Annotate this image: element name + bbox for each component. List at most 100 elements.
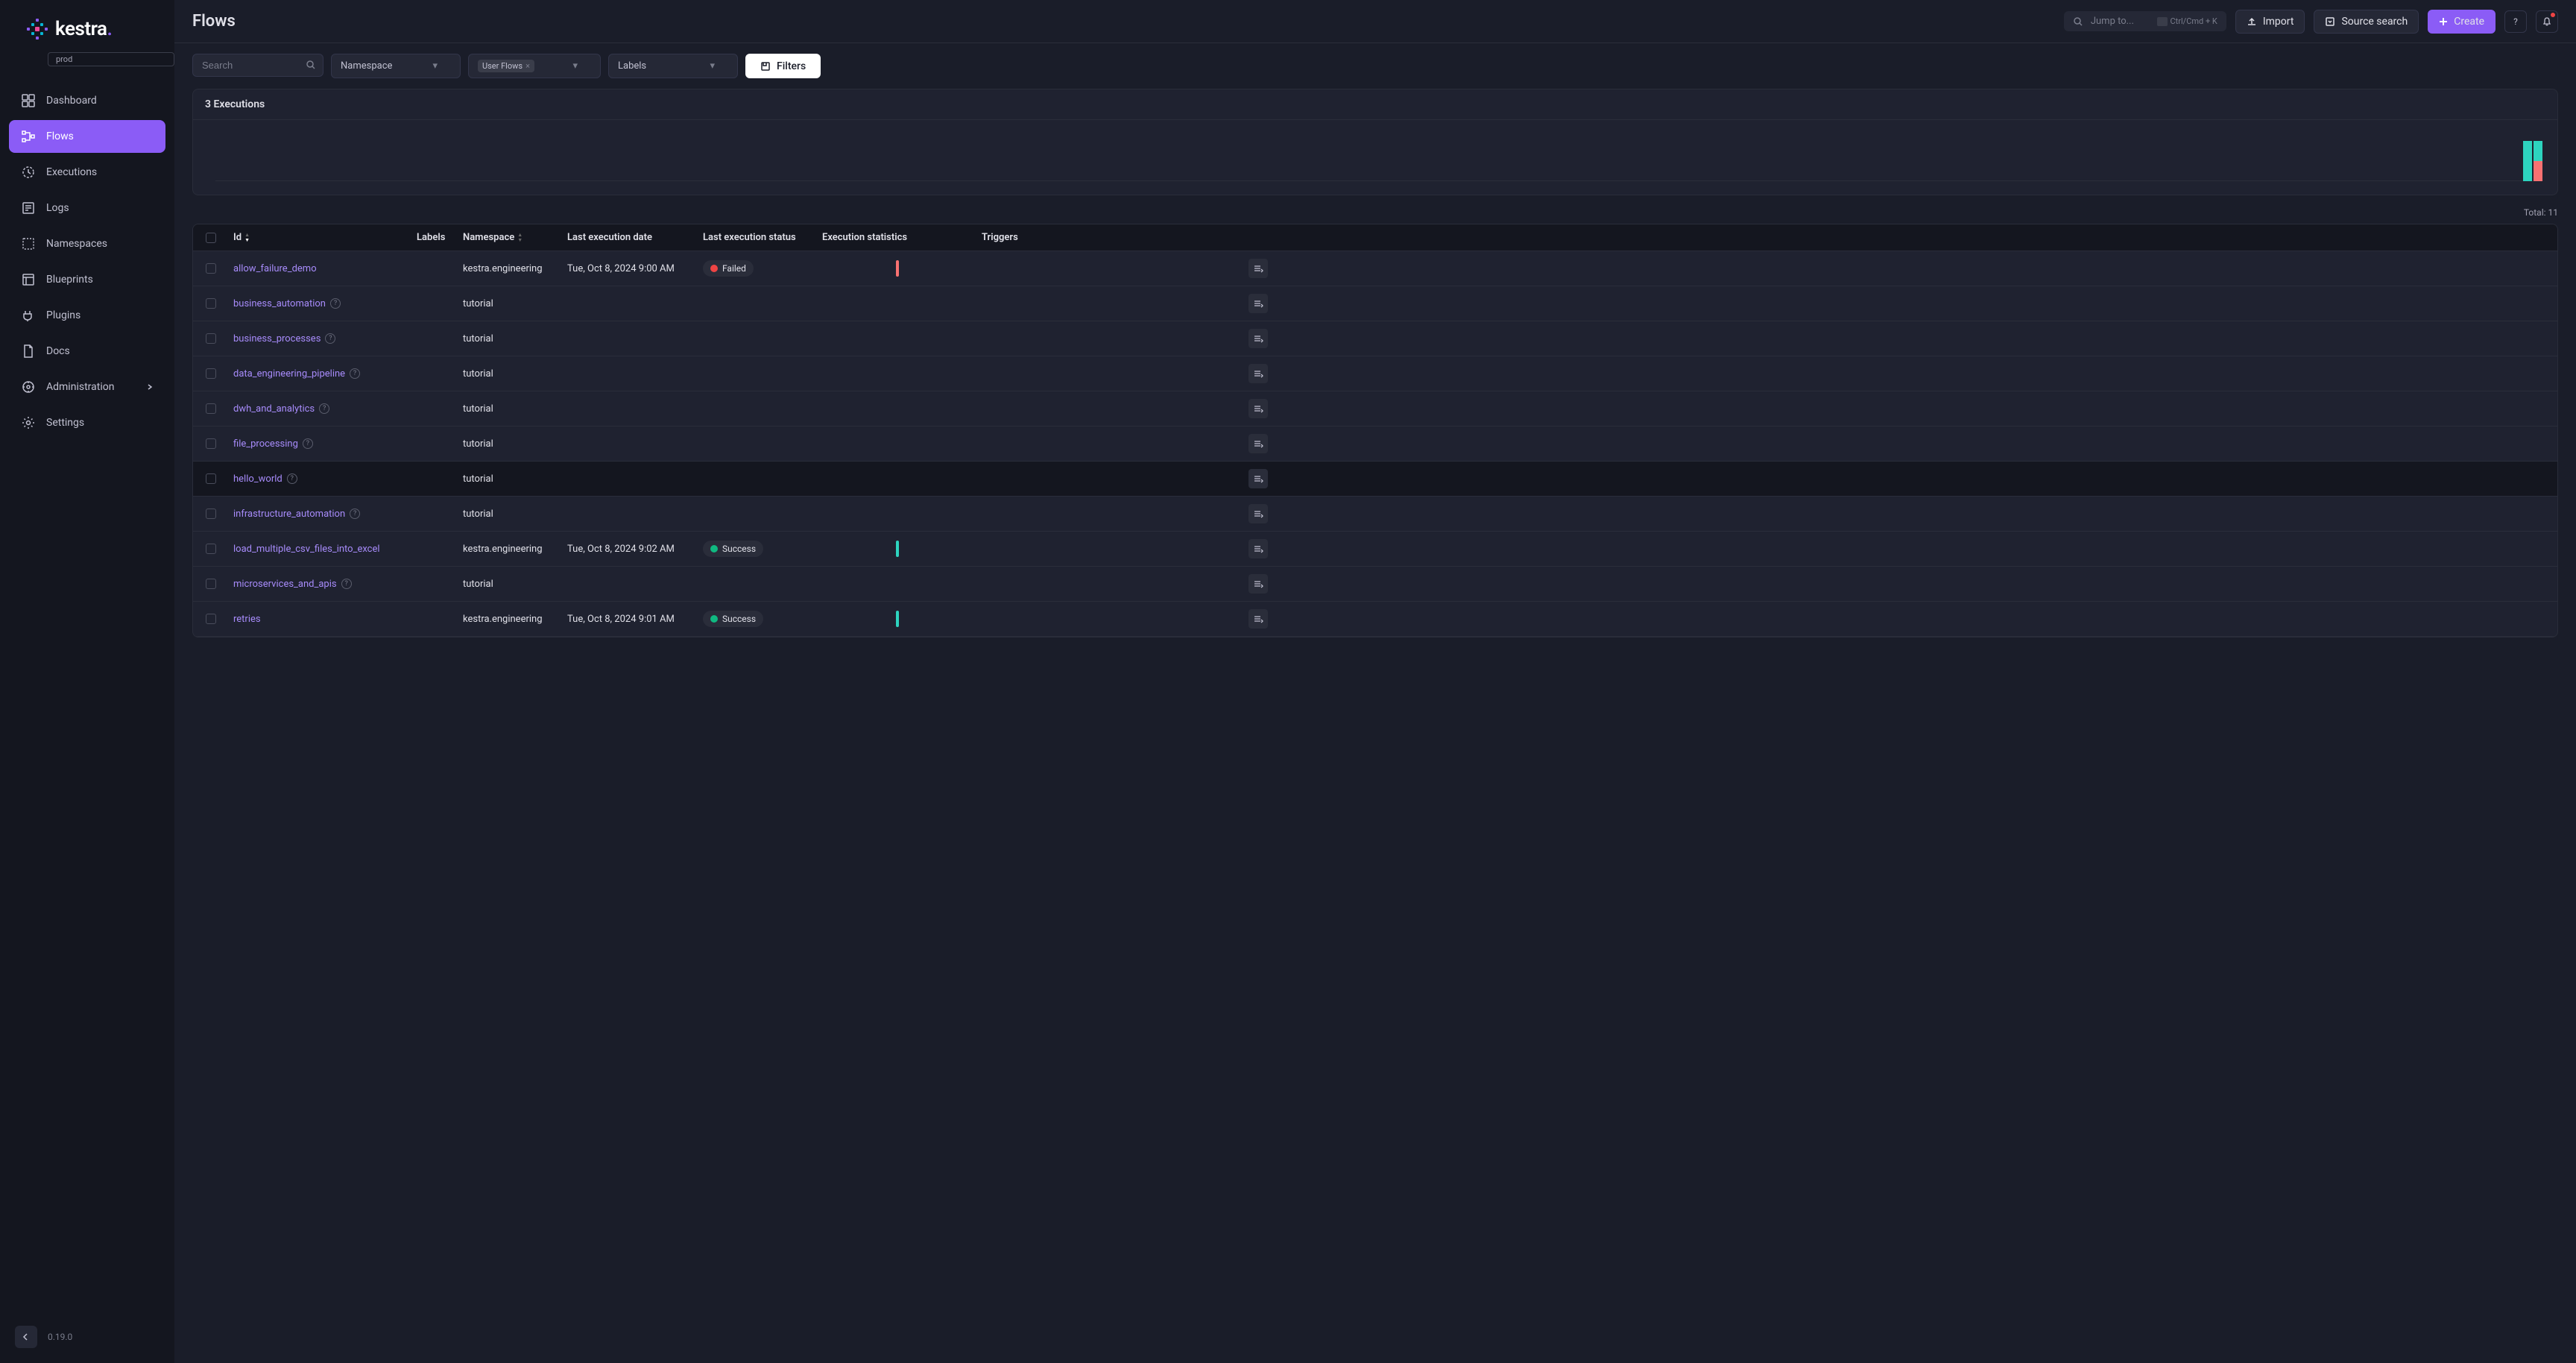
flow-id-link[interactable]: file_processing? (233, 438, 408, 450)
namespace-cell: tutorial (458, 291, 563, 317)
column-exec-stats[interactable]: Execution statistics (818, 224, 977, 251)
sidebar-item-plugins[interactable]: Plugins (9, 299, 165, 332)
filters-button[interactable]: Filters (745, 54, 821, 78)
row-checkbox[interactable] (206, 333, 216, 344)
notifications-button[interactable] (2536, 10, 2558, 33)
env-badge: prod (48, 52, 174, 66)
table-row[interactable]: infrastructure_automation? tutorial (193, 497, 2557, 532)
row-actions-button[interactable] (1248, 609, 1268, 629)
row-actions-button[interactable] (1248, 329, 1268, 348)
sidebar-item-logs[interactable]: Logs (9, 192, 165, 224)
flow-id-link[interactable]: microservices_and_apis? (233, 579, 408, 590)
row-actions-button[interactable] (1248, 399, 1268, 418)
row-checkbox[interactable] (206, 298, 216, 309)
labels-cell (412, 436, 458, 451)
row-checkbox[interactable] (206, 368, 216, 379)
stats-cell (818, 253, 977, 284)
labels-select[interactable]: Labels ▾ (608, 54, 738, 78)
sidebar-item-namespaces[interactable]: Namespaces (9, 227, 165, 260)
row-checkbox[interactable] (206, 438, 216, 449)
row-actions-button[interactable] (1248, 364, 1268, 383)
last-exec-date-cell: Tue, Oct 8, 2024 9:02 AM (563, 536, 698, 562)
triggers-cell (977, 331, 1205, 346)
sidebar-item-administration[interactable]: Administration (9, 371, 165, 403)
column-last-exec-status[interactable]: Last execution status (698, 224, 818, 251)
source-search-button[interactable]: Source search (2314, 10, 2419, 34)
search-input[interactable] (192, 54, 323, 77)
sidebar-item-executions[interactable]: Executions (9, 156, 165, 189)
status-dot-icon (710, 545, 718, 553)
table-row[interactable]: dwh_and_analytics? tutorial (193, 391, 2557, 426)
collapse-sidebar-button[interactable] (15, 1326, 37, 1348)
chip-remove-icon[interactable]: × (525, 61, 530, 71)
table-row[interactable]: load_multiple_csv_files_into_excel kestr… (193, 532, 2557, 567)
stats-cell (818, 436, 977, 451)
flow-id-link[interactable]: retries (233, 614, 408, 625)
sidebar-item-settings[interactable]: Settings (9, 406, 165, 439)
status-cell: Success (698, 533, 818, 564)
flow-id-link[interactable]: hello_world? (233, 473, 408, 485)
stats-cell (818, 533, 977, 564)
row-actions-button[interactable] (1248, 434, 1268, 453)
flow-id-link[interactable]: business_processes? (233, 333, 408, 344)
flow-id-link[interactable]: infrastructure_automation? (233, 509, 408, 520)
sidebar-item-dashboard[interactable]: Dashboard (9, 84, 165, 117)
table-row[interactable]: hello_world? tutorial (193, 462, 2557, 497)
last-exec-date-cell (563, 331, 698, 346)
column-labels[interactable]: Labels (412, 224, 458, 251)
logo[interactable]: kestra. (27, 18, 148, 40)
row-checkbox[interactable] (206, 473, 216, 484)
row-checkbox[interactable] (206, 579, 216, 589)
row-actions-button[interactable] (1248, 259, 1268, 278)
flow-type-select[interactable]: User Flows × ▾ (468, 54, 601, 78)
namespace-cell: tutorial (458, 326, 563, 352)
row-actions-button[interactable] (1248, 504, 1268, 523)
table-row[interactable]: file_processing? tutorial (193, 426, 2557, 462)
logo-icon (27, 19, 48, 40)
flow-id-link[interactable]: allow_failure_demo (233, 263, 408, 274)
jump-to-search[interactable]: Jump to... Ctrl/Cmd + K (2064, 11, 2226, 31)
namespace-select[interactable]: Namespace ▾ (331, 54, 461, 78)
table-row[interactable]: data_engineering_pipeline? tutorial (193, 356, 2557, 391)
row-checkbox[interactable] (206, 263, 216, 274)
row-checkbox[interactable] (206, 614, 216, 624)
column-id[interactable]: Id ▲▼ (229, 224, 412, 251)
labels-cell (412, 541, 458, 556)
triggers-cell (977, 401, 1205, 416)
table-row[interactable]: business_automation? tutorial (193, 286, 2557, 321)
sidebar-item-docs[interactable]: Docs (9, 335, 165, 368)
row-actions-button[interactable] (1248, 294, 1268, 313)
sidebar-item-label: Plugins (46, 309, 80, 321)
flow-id-link[interactable]: load_multiple_csv_files_into_excel (233, 544, 408, 555)
row-actions-button[interactable] (1248, 539, 1268, 558)
table-row[interactable]: retries kestra.engineering Tue, Oct 8, 2… (193, 602, 2557, 637)
row-actions-button[interactable] (1248, 469, 1268, 488)
column-namespace[interactable]: Namespace ▲▼ (458, 224, 563, 251)
status-badge: Success (703, 541, 763, 557)
labels-cell (412, 576, 458, 591)
stats-cell (818, 401, 977, 416)
table-row[interactable]: microservices_and_apis? tutorial (193, 567, 2557, 602)
jump-to-placeholder: Jump to... (2091, 16, 2150, 27)
last-exec-date-cell (563, 401, 698, 416)
flow-id-link[interactable]: dwh_and_analytics? (233, 403, 408, 415)
row-checkbox[interactable] (206, 509, 216, 519)
column-last-exec-date[interactable]: Last execution date (563, 224, 698, 251)
last-exec-date-cell: Tue, Oct 8, 2024 9:00 AM (563, 256, 698, 282)
create-button[interactable]: Create (2428, 10, 2496, 34)
select-all-checkbox[interactable] (206, 233, 216, 243)
table-row[interactable]: business_processes? tutorial (193, 321, 2557, 356)
table-row[interactable]: allow_failure_demo kestra.engineering Tu… (193, 251, 2557, 286)
import-button[interactable]: Import (2235, 10, 2305, 34)
row-actions-button[interactable] (1248, 574, 1268, 594)
row-checkbox[interactable] (206, 403, 216, 414)
row-checkbox[interactable] (206, 544, 216, 554)
flow-id-link[interactable]: business_automation? (233, 298, 408, 309)
flow-id-link[interactable]: data_engineering_pipeline? (233, 368, 408, 380)
last-exec-date-cell (563, 471, 698, 486)
column-triggers[interactable]: Triggers (977, 224, 1205, 251)
bell-icon (2542, 16, 2552, 27)
sidebar-item-flows[interactable]: Flows (9, 120, 165, 153)
help-button[interactable]: ? (2504, 10, 2527, 33)
sidebar-item-blueprints[interactable]: Blueprints (9, 263, 165, 296)
